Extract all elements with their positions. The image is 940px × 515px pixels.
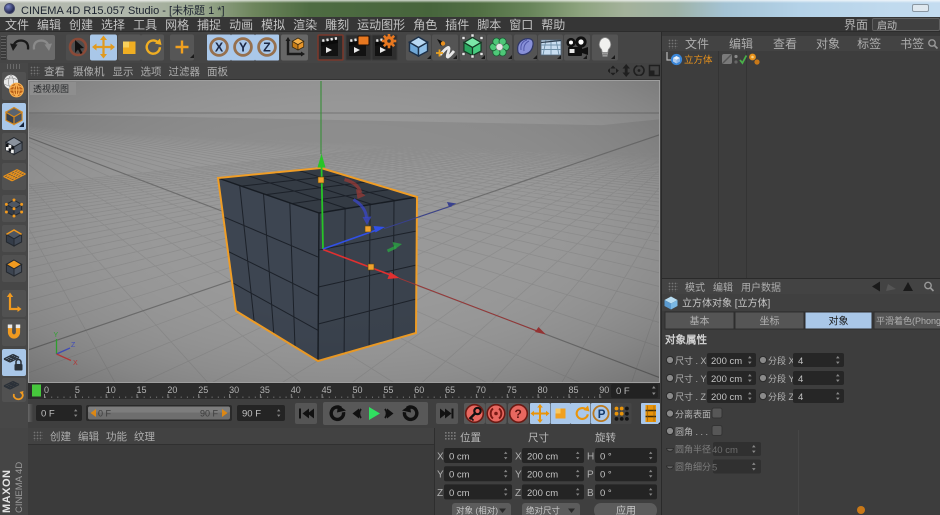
svg-text:基本: 基本 bbox=[690, 315, 710, 328]
svg-text:分段 X: 分段 X bbox=[768, 355, 795, 366]
svg-text:X: X bbox=[515, 452, 522, 463]
svg-text:0 F: 0 F bbox=[98, 409, 112, 419]
svg-text:4: 4 bbox=[798, 356, 803, 367]
svg-text:Y: Y bbox=[239, 41, 248, 55]
svg-text:0: 0 bbox=[44, 385, 49, 395]
svg-text:4: 4 bbox=[798, 392, 803, 403]
svg-text:5: 5 bbox=[75, 385, 80, 395]
svg-text:X: X bbox=[437, 452, 444, 463]
svg-text:Y: Y bbox=[437, 470, 444, 481]
svg-text:45: 45 bbox=[322, 385, 332, 395]
svg-text:10: 10 bbox=[106, 385, 116, 395]
svg-text:30: 30 bbox=[229, 385, 239, 395]
svg-text:H: H bbox=[587, 452, 594, 463]
svg-text:尺寸 . X: 尺寸 . X bbox=[675, 355, 707, 366]
svg-text:0 °: 0 ° bbox=[600, 452, 612, 463]
svg-text:坐标: 坐标 bbox=[760, 316, 780, 328]
svg-text:75: 75 bbox=[507, 385, 517, 395]
svg-text:0 cm: 0 cm bbox=[449, 452, 470, 463]
svg-text:55: 55 bbox=[383, 385, 393, 395]
svg-text:85: 85 bbox=[569, 385, 579, 395]
svg-text:0 F: 0 F bbox=[616, 386, 630, 397]
svg-text:Z: Z bbox=[437, 488, 443, 499]
svg-text:对象属性: 对象属性 bbox=[665, 333, 707, 346]
svg-text:0 °: 0 ° bbox=[600, 488, 612, 499]
svg-text:90 F: 90 F bbox=[242, 409, 261, 420]
svg-text:透视视图: 透视视图 bbox=[33, 83, 69, 94]
svg-text:B: B bbox=[587, 488, 594, 499]
svg-text:5: 5 bbox=[712, 463, 717, 474]
svg-text:200 cm: 200 cm bbox=[527, 488, 558, 499]
svg-text:尺寸 . Y: 尺寸 . Y bbox=[675, 373, 707, 384]
svg-text:圆角半径: 圆角半径 bbox=[675, 444, 711, 455]
svg-text:对象 (相对): 对象 (相对) bbox=[456, 506, 498, 515]
svg-text:20: 20 bbox=[167, 385, 177, 395]
svg-text:位置: 位置 bbox=[460, 431, 481, 444]
svg-text:立方体对象 [立方体]: 立方体对象 [立方体] bbox=[682, 297, 771, 310]
svg-text:4: 4 bbox=[798, 374, 803, 385]
svg-text:0 cm: 0 cm bbox=[449, 488, 470, 499]
svg-text:200 cm: 200 cm bbox=[711, 374, 742, 385]
svg-text:绝对尺寸: 绝对尺寸 bbox=[526, 506, 561, 515]
svg-text:50: 50 bbox=[353, 385, 363, 395]
svg-text:应用: 应用 bbox=[616, 504, 636, 515]
svg-text:旋转: 旋转 bbox=[595, 431, 616, 444]
svg-text:40 cm: 40 cm bbox=[712, 445, 738, 456]
svg-text:0 °: 0 ° bbox=[600, 470, 612, 481]
svg-text:立方体: 立方体 bbox=[684, 54, 713, 66]
svg-text:分离表面: 分离表面 bbox=[675, 409, 711, 420]
svg-text:X: X bbox=[215, 41, 224, 55]
svg-text:15: 15 bbox=[137, 385, 147, 395]
svg-text:圆角 . . .: 圆角 . . . bbox=[675, 426, 708, 437]
svg-text:0 cm: 0 cm bbox=[449, 470, 470, 481]
svg-text:分段 Y: 分段 Y bbox=[768, 373, 795, 384]
svg-text:Z: Z bbox=[263, 41, 271, 55]
svg-text:200 cm: 200 cm bbox=[711, 392, 742, 403]
svg-text:分段 Z: 分段 Z bbox=[768, 391, 795, 402]
svg-text:尺寸 . Z: 尺寸 . Z bbox=[675, 391, 707, 402]
svg-text:90: 90 bbox=[599, 385, 609, 395]
svg-text:圆角细分: 圆角细分 bbox=[675, 461, 711, 472]
svg-text:40: 40 bbox=[291, 385, 301, 395]
svg-text:平滑着色(Phong): 平滑着色(Phong) bbox=[876, 315, 940, 326]
svg-text:200 cm: 200 cm bbox=[711, 356, 742, 367]
svg-text:P: P bbox=[587, 470, 594, 481]
svg-text:35: 35 bbox=[260, 385, 270, 395]
svg-text:200 cm: 200 cm bbox=[527, 470, 558, 481]
svg-text:90 F: 90 F bbox=[200, 409, 219, 419]
svg-text:65: 65 bbox=[445, 385, 455, 395]
svg-text:60: 60 bbox=[414, 385, 424, 395]
svg-text:70: 70 bbox=[476, 385, 486, 395]
svg-text:Y: Y bbox=[515, 470, 522, 481]
svg-text:尺寸: 尺寸 bbox=[528, 431, 549, 444]
svg-text:200 cm: 200 cm bbox=[527, 452, 558, 463]
svg-text:P: P bbox=[598, 409, 606, 421]
svg-text:25: 25 bbox=[198, 385, 208, 395]
svg-text:80: 80 bbox=[538, 385, 548, 395]
svg-text:?: ? bbox=[515, 407, 522, 421]
svg-text:对象: 对象 bbox=[829, 315, 849, 328]
svg-text:0 F: 0 F bbox=[41, 409, 55, 420]
svg-text:Z: Z bbox=[515, 488, 521, 499]
